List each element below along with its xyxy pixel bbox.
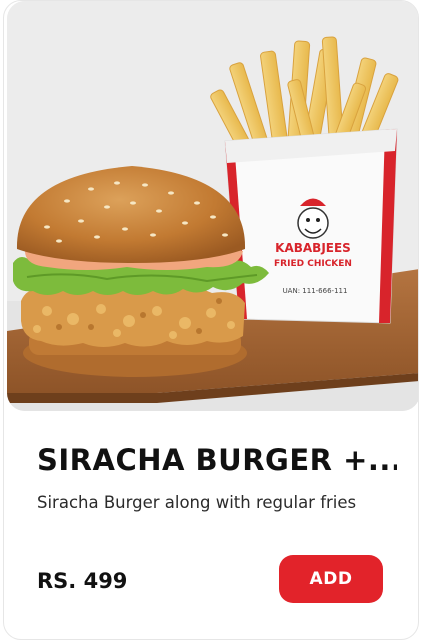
svg-text:KABABJEES: KABABJEES (275, 241, 351, 255)
svg-text:UAN: 111-666-111: UAN: 111-666-111 (283, 287, 348, 295)
product-card[interactable]: KABABJEES FRIED CHICKEN UAN: 111-666-111 (3, 0, 419, 640)
product-price: RS. 499 (37, 569, 128, 593)
product-title: SIRACHA BURGER +... (37, 443, 397, 477)
svg-text:FRIED CHICKEN: FRIED CHICKEN (274, 259, 352, 269)
product-image: KABABJEES FRIED CHICKEN UAN: 111-666-111 (7, 1, 418, 411)
product-description: Siracha Burger along with regular fries (37, 493, 357, 512)
add-to-cart-button[interactable]: ADD (279, 555, 383, 603)
